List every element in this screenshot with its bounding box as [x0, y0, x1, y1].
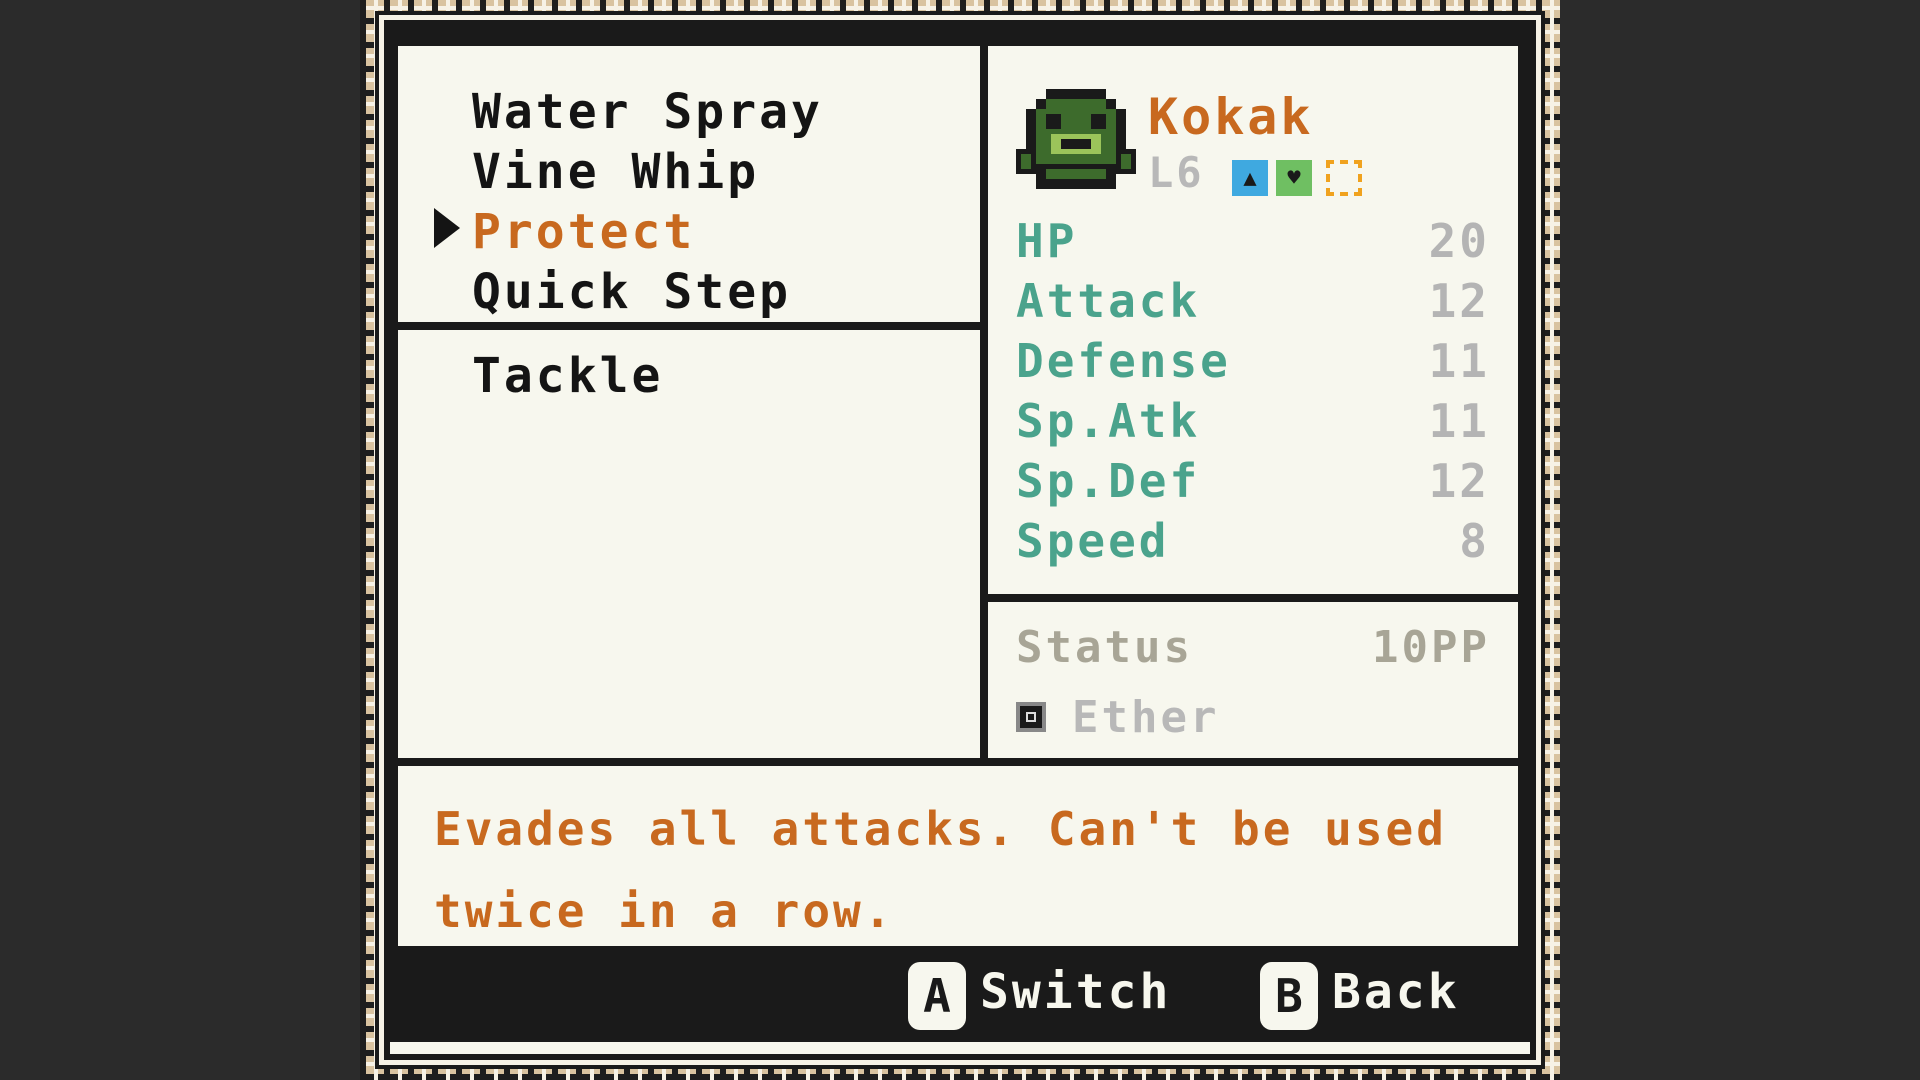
stat-value: 11 — [1428, 394, 1490, 448]
known-moves-panel: Water Spray Vine Whip Protect Quick Step — [398, 46, 980, 322]
stat-label: HP — [1016, 214, 1078, 268]
move-menu-window: Water Spray Vine Whip Protect Quick Step… — [390, 26, 1530, 1042]
stat-value: 12 — [1428, 274, 1490, 328]
button-hints-bar: A Switch B Back — [398, 946, 1518, 1032]
b-button-icon[interactable]: B — [1260, 962, 1318, 1030]
back-button-label[interactable]: Back — [1332, 964, 1460, 1020]
move-item-quick-step[interactable]: Quick Step — [472, 262, 791, 322]
move-item-tackle[interactable]: Tackle — [472, 346, 663, 406]
monster-stats-panel: Kokak L6 ▲ ♥ HP 20 Attack 12 Defense 11 … — [988, 46, 1518, 594]
stat-label: Speed — [1016, 514, 1170, 568]
grass-type-icon: ♥ — [1276, 160, 1312, 196]
stat-value: 20 — [1428, 214, 1490, 268]
stat-row-hp: HP 20 — [1016, 214, 1490, 274]
gold-type-icon — [1326, 160, 1362, 196]
kokak-portrait-icon — [1016, 89, 1136, 189]
switch-button-label[interactable]: Switch — [980, 964, 1171, 1020]
monster-name: Kokak — [1148, 88, 1314, 146]
stat-value: 11 — [1428, 334, 1490, 388]
move-item-protect[interactable]: Protect — [472, 202, 695, 262]
stat-value: 8 — [1459, 514, 1490, 568]
item-label: Ether — [1072, 692, 1220, 743]
stat-label: Sp.Atk — [1016, 394, 1201, 448]
move-info-panel: Status 10PP Ether — [988, 602, 1518, 758]
move-item-water-spray[interactable]: Water Spray — [472, 82, 823, 142]
stat-value: 12 — [1428, 454, 1490, 508]
decorative-border: Water Spray Vine Whip Protect Quick Step… — [360, 0, 1560, 1080]
stat-label: Defense — [1016, 334, 1231, 388]
a-button-icon[interactable]: A — [908, 962, 966, 1030]
move-category: Status — [1016, 622, 1193, 673]
stat-row-sp-atk: Sp.Atk 11 — [1016, 394, 1490, 454]
monster-level: L6 — [1148, 148, 1205, 197]
stat-label: Attack — [1016, 274, 1201, 328]
stat-label: Sp.Def — [1016, 454, 1201, 508]
move-pp: 10PP — [1372, 622, 1490, 673]
stat-row-speed: Speed 8 — [1016, 514, 1490, 574]
water-type-icon: ▲ — [1232, 160, 1268, 196]
selection-cursor-icon — [434, 208, 460, 248]
stat-row-attack: Attack 12 — [1016, 274, 1490, 334]
stat-row-defense: Defense 11 — [1016, 334, 1490, 394]
move-description: Evades all attacks. Can't be used twice … — [434, 802, 1447, 938]
move-description-panel: Evades all attacks. Can't be used twice … — [398, 766, 1518, 946]
new-moves-panel: Tackle — [398, 330, 980, 758]
move-item-vine-whip[interactable]: Vine Whip — [472, 142, 759, 202]
stat-row-sp-def: Sp.Def 12 — [1016, 454, 1490, 514]
ether-item-icon — [1016, 702, 1046, 732]
